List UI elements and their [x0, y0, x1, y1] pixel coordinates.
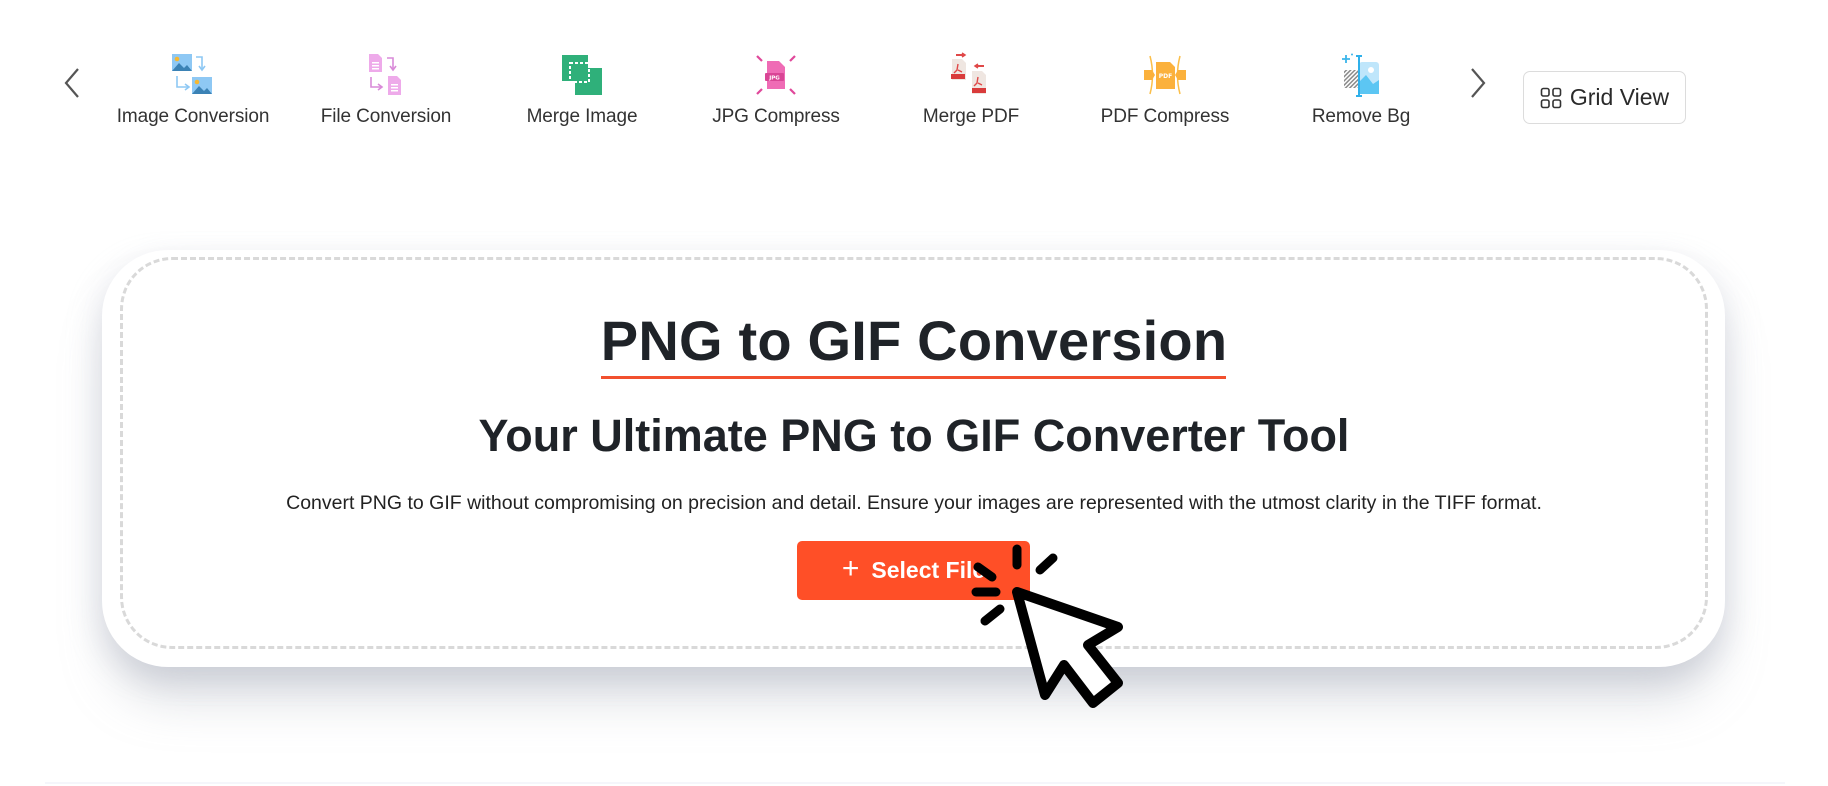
- image-conversion-icon: [172, 54, 212, 94]
- tool-label: Merge PDF: [922, 106, 1020, 127]
- carousel-prev-button[interactable]: [54, 60, 90, 106]
- tool-label: Image Conversion: [116, 106, 270, 127]
- tool-item-remove-bg[interactable]: Remove Bg: [1266, 52, 1456, 132]
- tool-item-file-conversion[interactable]: File Conversion: [291, 52, 481, 132]
- page-description: Convert PNG to GIF without compromising …: [286, 492, 1542, 514]
- tool-label: Merge Image: [526, 106, 638, 127]
- select-file-button[interactable]: + Select File: [797, 541, 1030, 600]
- grid-view-button[interactable]: Grid View: [1523, 71, 1686, 124]
- tool-label: JPG Compress: [712, 106, 840, 127]
- remove-bg-icon: [1342, 53, 1379, 97]
- chevron-left-icon: [64, 68, 79, 98]
- select-file-label: Select File: [871, 557, 986, 583]
- tool-label: File Conversion: [320, 106, 452, 127]
- svg-text:JPG: JPG: [768, 75, 780, 81]
- file-conversion-icon: [369, 54, 401, 95]
- grid-icon: [1540, 87, 1562, 108]
- tool-item-merge-pdf[interactable]: Merge PDF: [876, 52, 1066, 132]
- title-underline: [601, 376, 1226, 379]
- page-subtitle: Your Ultimate PNG to GIF Converter Tool: [478, 410, 1350, 461]
- carousel-next-button[interactable]: [1460, 60, 1496, 106]
- svg-text:PDF: PDF: [1159, 73, 1172, 80]
- merge-image-icon: [562, 55, 602, 95]
- pdf-compress-icon: PDF: [1144, 55, 1186, 95]
- chevron-right-icon: [1471, 68, 1486, 98]
- tool-label: PDF Compress: [1100, 106, 1230, 127]
- tool-item-jpg-compress[interactable]: JPG JPG Compress: [681, 52, 871, 132]
- jpg-compress-icon: JPG: [756, 55, 796, 95]
- merge-pdf-icon: [951, 52, 986, 94]
- page-title: PNG to GIF Conversion: [600, 309, 1228, 372]
- tool-item-pdf-compress[interactable]: PDF PDF Compress: [1070, 52, 1260, 132]
- plus-icon: +: [841, 552, 860, 585]
- grid-view-label: Grid View: [1569, 84, 1670, 110]
- tool-label: Remove Bg: [1311, 106, 1411, 127]
- tool-item-image-conversion[interactable]: Image Conversion: [98, 52, 288, 132]
- tool-item-merge-image[interactable]: Merge Image: [487, 52, 677, 132]
- section-divider: [45, 782, 1785, 784]
